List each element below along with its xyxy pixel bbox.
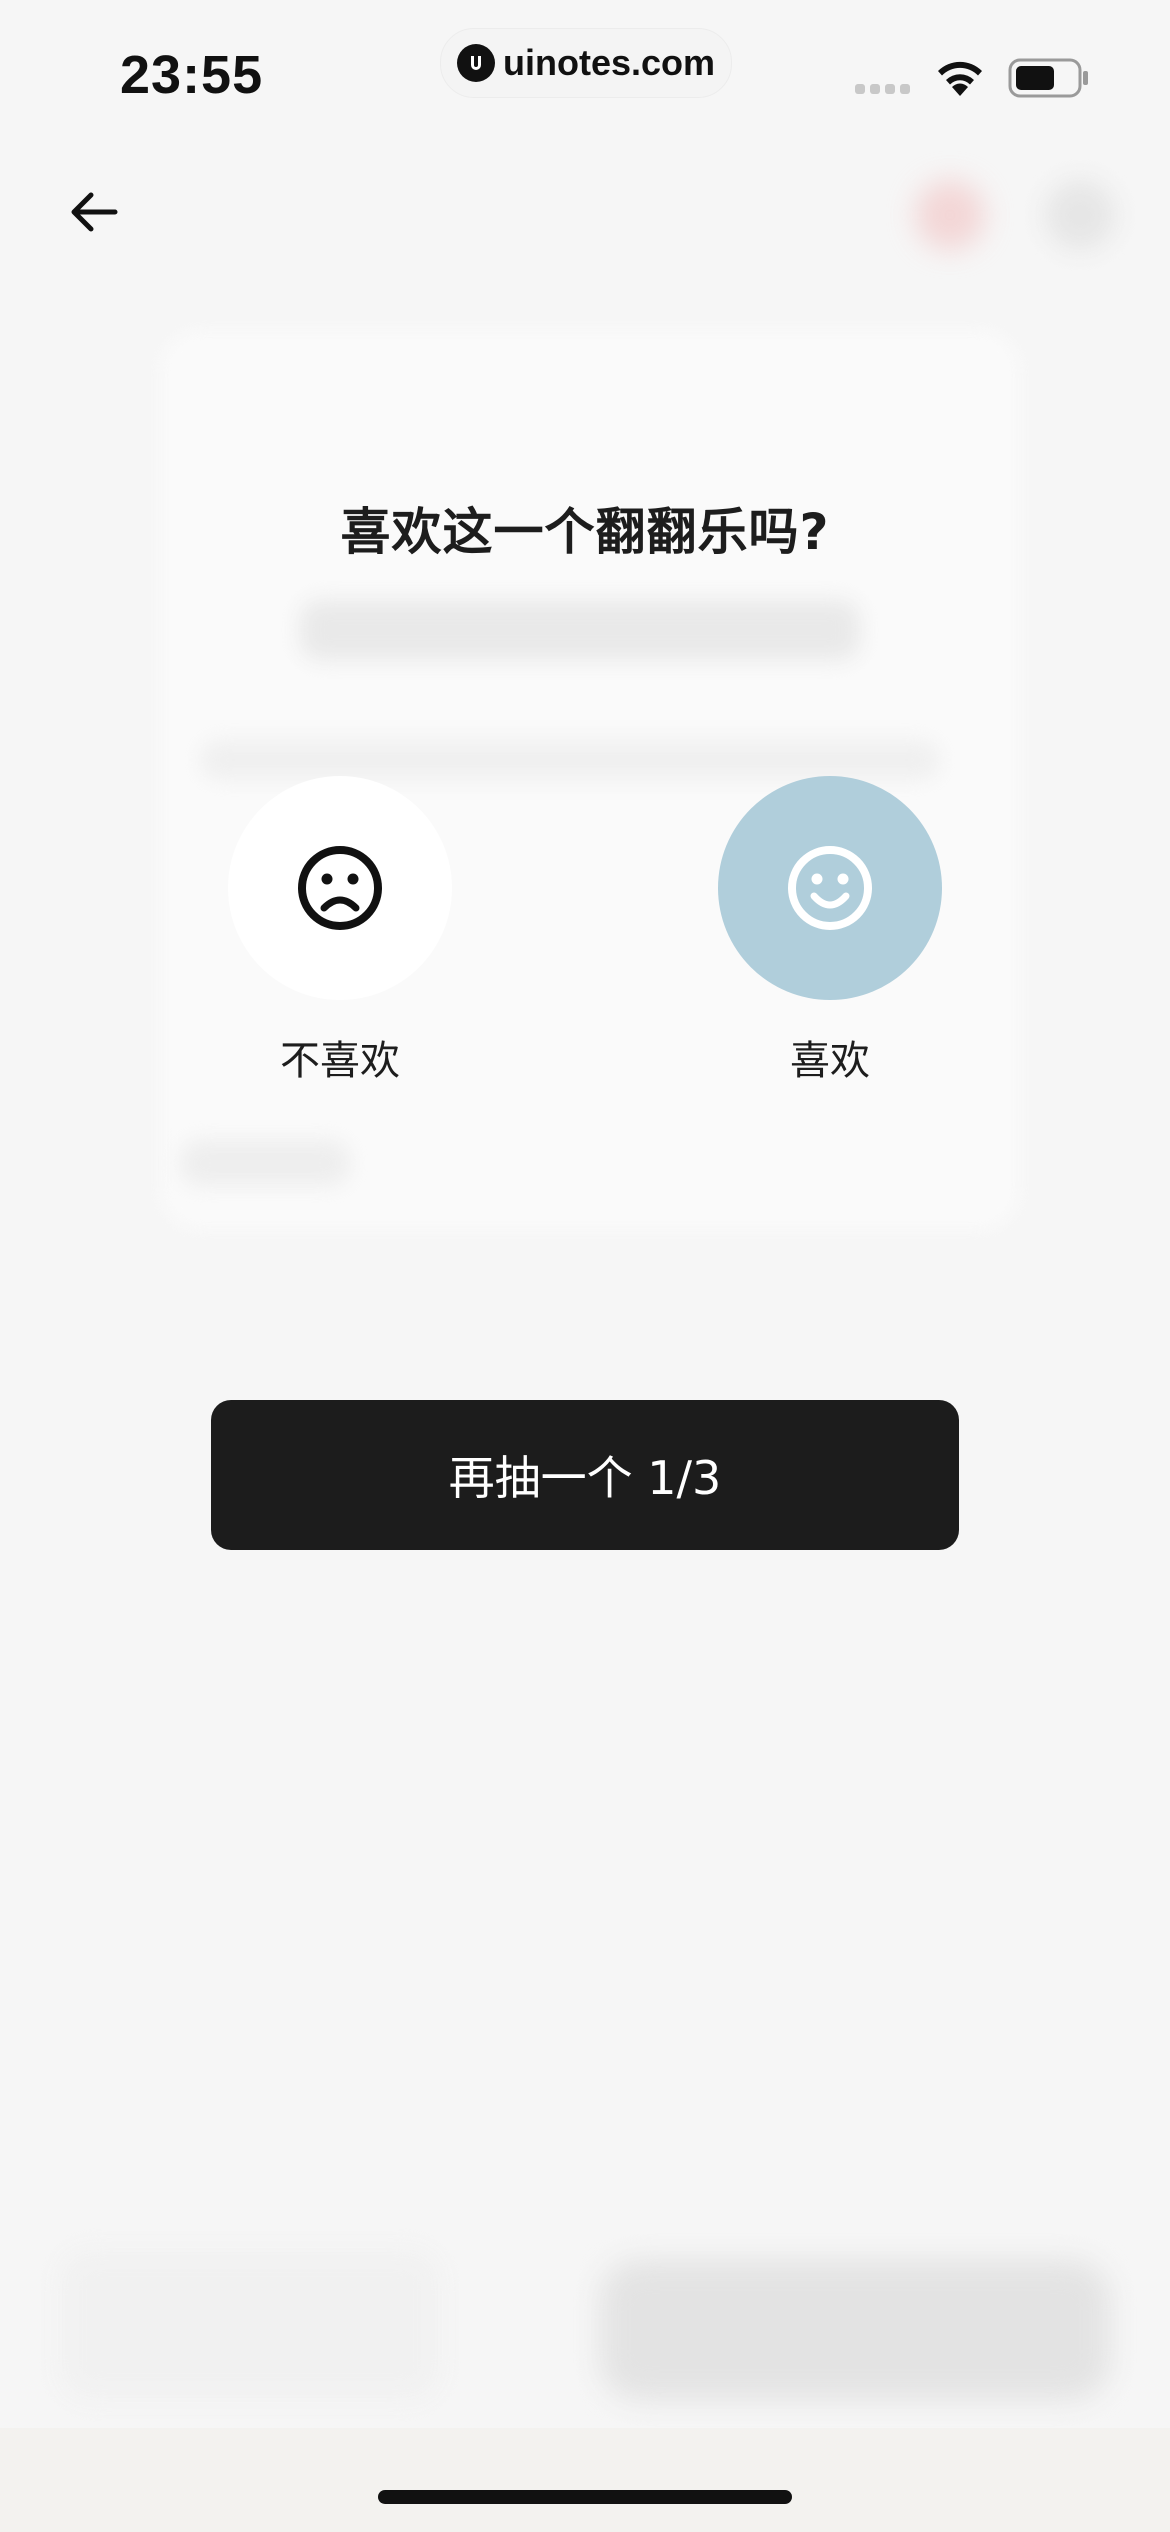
dislike-circle[interactable] (228, 776, 452, 1000)
blurred-bottom-button (600, 2260, 1110, 2400)
blurred-header-icon (915, 180, 985, 250)
dislike-button[interactable]: 不喜欢 (228, 776, 452, 1086)
battery-icon (1008, 58, 1088, 98)
redraw-button[interactable]: 再抽一个 1/3 (211, 1400, 959, 1550)
back-button[interactable] (62, 180, 126, 244)
blurred-header-icon (1045, 180, 1115, 250)
url-pill[interactable]: uinotes.com (440, 28, 732, 98)
feedback-question: 喜欢这一个翻翻乐吗? (340, 503, 830, 561)
wifi-icon (938, 61, 982, 96)
status-time: 23:55 (120, 45, 264, 105)
dislike-label: 不喜欢 (280, 1038, 400, 1084)
site-logo-icon (456, 44, 495, 82)
like-circle[interactable] (718, 776, 942, 1000)
like-button[interactable]: 喜欢 (718, 776, 942, 1086)
like-label: 喜欢 (790, 1038, 870, 1084)
url-text: uinotes.com (502, 42, 716, 83)
home-indicator[interactable] (378, 2490, 792, 2504)
smile-face-icon (788, 846, 872, 930)
back-arrow-icon (71, 192, 118, 232)
bottom-safe-area (0, 2428, 1170, 2532)
blurred-bottom-left (60, 2250, 440, 2400)
sad-face-icon (298, 846, 382, 930)
blurred-background-line (180, 1140, 350, 1186)
blurred-background-line (300, 600, 860, 660)
blurred-background-line (200, 740, 940, 780)
signal-icon (855, 84, 910, 94)
